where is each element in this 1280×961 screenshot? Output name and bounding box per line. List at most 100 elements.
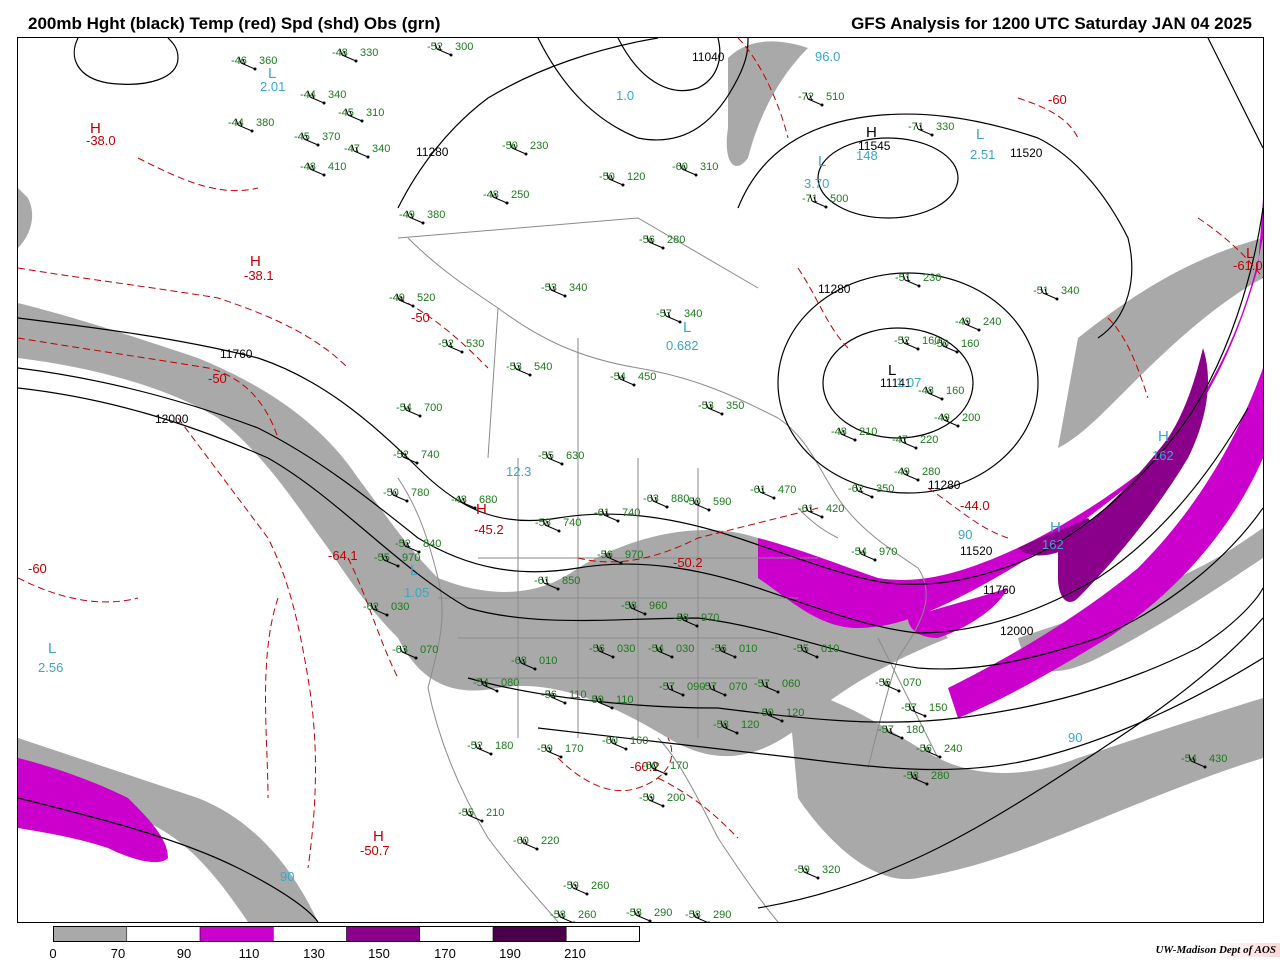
temperature-value: -64.1 xyxy=(328,548,358,563)
legend-swatch xyxy=(492,926,567,942)
observation-height: 500 xyxy=(830,193,848,205)
observation-height: 340 xyxy=(569,282,587,294)
observation-temp: -52 xyxy=(395,538,411,550)
observation-height: 010 xyxy=(739,643,757,655)
observation-temp: -56 xyxy=(711,643,727,655)
observation-temp: -71 xyxy=(908,121,924,133)
observation-height: 070 xyxy=(729,681,747,693)
observation-temp: -57 xyxy=(754,678,770,690)
observation-temp: -50 xyxy=(933,338,949,350)
observation-height: 110 xyxy=(569,689,587,701)
observation-height: 340 xyxy=(684,308,702,320)
observation-temp: -57 xyxy=(901,702,917,714)
high-label: H xyxy=(1050,519,1061,536)
observation-height: 380 xyxy=(427,209,445,221)
legend-tick: 90 xyxy=(176,946,192,961)
observation-height: 510 xyxy=(826,91,844,103)
observation-temp: -58 xyxy=(903,770,919,782)
speed-value: 90 xyxy=(280,869,294,884)
observation-temp: -50 xyxy=(685,496,701,508)
observation-temp: -57 xyxy=(656,308,672,320)
observation-height: 740 xyxy=(563,517,581,529)
observation-height: 260 xyxy=(591,880,609,892)
observation-height: 840 xyxy=(423,538,441,550)
observation-temp: -57 xyxy=(878,724,894,736)
observation-temp: -59 xyxy=(794,864,810,876)
weather-map: 11760 12000 11280 11520 11280 11141 1154… xyxy=(17,37,1264,923)
observation-temp: -48 xyxy=(831,426,847,438)
observation-temp: -59 xyxy=(639,792,655,804)
legend-swatch xyxy=(273,926,347,942)
observation-height: 240 xyxy=(944,743,962,755)
legend-tick: 170 xyxy=(434,946,456,961)
observation-temp: -55 xyxy=(538,450,554,462)
observation-temp: -54 xyxy=(851,546,867,558)
legend-tick: 70 xyxy=(110,946,126,961)
observation-height: 110 xyxy=(616,694,634,706)
observation-height: 430 xyxy=(1209,753,1227,765)
observation-temp: -52 xyxy=(438,338,454,350)
observation-height: 330 xyxy=(936,121,954,133)
legend-tick: 190 xyxy=(499,946,521,961)
observation-height: 250 xyxy=(511,189,529,201)
observation-height: 220 xyxy=(541,835,559,847)
legend-swatch xyxy=(419,926,494,942)
observation-temp: -48 xyxy=(918,385,934,397)
temperature-value: -50 xyxy=(208,371,227,386)
speed-value: 3.70 xyxy=(804,176,829,191)
observation-temp: -49 xyxy=(894,466,910,478)
observation-height: 060 xyxy=(782,678,800,690)
observation-height: 170 xyxy=(670,760,688,772)
observation-height: 030 xyxy=(391,601,409,613)
temperature-value: -45.2 xyxy=(474,522,504,537)
observation-temp: -56 xyxy=(541,689,557,701)
observation-temp: -57 xyxy=(659,681,675,693)
speed-value: 148 xyxy=(856,148,878,163)
observation-height: 240 xyxy=(983,316,1001,328)
observation-temp: -58 xyxy=(673,612,689,624)
observation-temp: -63 xyxy=(643,493,659,505)
observation-height: 280 xyxy=(931,770,949,782)
legend-swatch xyxy=(53,926,128,942)
legend-swatch xyxy=(566,926,640,942)
observation-height: 290 xyxy=(654,907,672,919)
observation-temp: -44 xyxy=(300,89,316,101)
observation-height: 540 xyxy=(534,361,552,373)
observation-temp: -58 xyxy=(621,600,637,612)
observation-height: 120 xyxy=(627,171,645,183)
observation-height: 970 xyxy=(701,612,719,624)
observation-temp: -50 xyxy=(599,171,615,183)
observation-height: 120 xyxy=(741,719,759,731)
observation-height: 780 xyxy=(411,487,429,499)
legend-tick: 210 xyxy=(564,946,586,961)
observation-temp: -54 xyxy=(1181,753,1197,765)
height-label: 11760 xyxy=(983,583,1016,597)
temperature-value: -50 xyxy=(411,310,430,325)
observation-height: 590 xyxy=(713,496,731,508)
observation-temp: -59 xyxy=(758,707,774,719)
observation-temp: -58 xyxy=(535,517,551,529)
observation-temp: -53 xyxy=(541,282,557,294)
observation-temp: -54 xyxy=(473,677,489,689)
low-label: L xyxy=(976,126,984,143)
legend-swatch xyxy=(346,926,421,942)
observation-temp: -60 xyxy=(513,835,529,847)
temperature-value: -50.7 xyxy=(360,843,390,858)
observation-height: 070 xyxy=(420,644,438,656)
observation-height: 220 xyxy=(920,434,938,446)
observation-height: 680 xyxy=(479,494,497,506)
speed-value: 1.05 xyxy=(404,585,429,600)
analysis-time-title: GFS Analysis for 1200 UTC Saturday JAN 0… xyxy=(851,14,1252,33)
temperature-value: -50.2 xyxy=(673,555,703,570)
observation-temp: -59 xyxy=(537,743,553,755)
observation-temp: -71 xyxy=(802,193,818,205)
map-title: 200mb Hght (black) Temp (red) Spd (shd) … xyxy=(28,14,441,33)
observation-height: 740 xyxy=(421,449,439,461)
observation-height: 160 xyxy=(630,735,648,747)
observation-height: 180 xyxy=(906,724,924,736)
observation-height: 280 xyxy=(922,466,940,478)
observation-temp: -55 xyxy=(458,807,474,819)
observation-height: 320 xyxy=(822,864,840,876)
observation-height: 470 xyxy=(778,484,796,496)
observation-temp: -52 xyxy=(393,449,409,461)
